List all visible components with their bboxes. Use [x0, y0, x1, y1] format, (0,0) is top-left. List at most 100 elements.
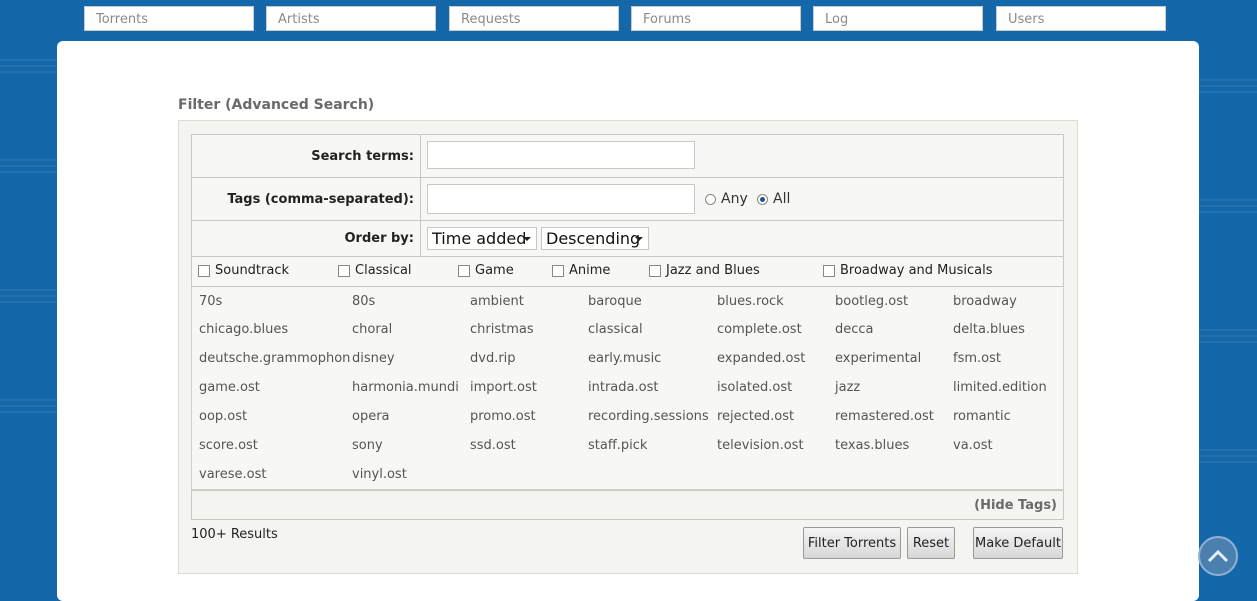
tag-mode-any-label: Any [721, 191, 748, 207]
category-broadway-and-musicals[interactable]: Broadway and Musicals [823, 263, 993, 278]
tag-mode-all[interactable]: All [757, 191, 790, 207]
hide-tags-link[interactable]: (Hide Tags) [974, 498, 1057, 513]
checkbox-icon[interactable] [823, 264, 835, 277]
search-terms-input[interactable] [427, 141, 695, 169]
caret-down-icon [523, 237, 531, 241]
radio-all-icon[interactable] [757, 193, 768, 205]
hide-tags-row: (Hide Tags) [191, 490, 1064, 520]
tag-link[interactable]: rejected.ost [717, 409, 794, 424]
reset-button[interactable]: Reset [907, 527, 955, 559]
caret-down-icon [635, 237, 643, 241]
tag-link[interactable]: isolated.ost [717, 380, 792, 395]
tag-row: game.ost harmonia.mundi import.ost intrada.… [191, 373, 1064, 403]
tag-row: oop.ost opera promo.ost recording.sessions r… [191, 402, 1064, 432]
tag-link[interactable]: limited.edition [953, 380, 1047, 395]
tag-link[interactable]: harmonia.mundi [352, 380, 459, 395]
tag-link[interactable]: complete.ost [717, 322, 802, 337]
tag-link[interactable]: jazz [835, 380, 860, 395]
tag-link[interactable]: fsm.ost [953, 351, 1001, 366]
tag-link[interactable]: delta.blues [953, 322, 1025, 337]
make-default-button[interactable]: Make Default [973, 527, 1063, 559]
tag-link[interactable]: deutsche.grammophon [199, 351, 350, 366]
tag-link[interactable]: christmas [470, 322, 534, 337]
tag-link[interactable]: chicago.blues [199, 322, 288, 337]
tag-link[interactable]: 80s [352, 294, 375, 309]
tag-link[interactable]: bootleg.ost [835, 294, 908, 309]
order-direction-value: Descending [546, 229, 641, 248]
search-terms-label: Search terms: [192, 135, 421, 177]
category-label: Game [475, 263, 514, 278]
chevron-up-icon [1207, 549, 1229, 563]
category-classical[interactable]: Classical [338, 263, 412, 278]
tag-row: deutsche.grammophon disney dvd.rip early.mu… [191, 344, 1064, 374]
tag-link[interactable]: staff.pick [588, 438, 647, 453]
tag-mode-any[interactable]: Any [705, 191, 748, 207]
tag-link[interactable]: choral [352, 322, 392, 337]
tag-link[interactable]: varese.ost [199, 467, 266, 482]
tag-row: chicago.blues choral christmas classical com… [191, 315, 1064, 345]
tag-link[interactable]: vinyl.ost [352, 467, 407, 482]
category-game[interactable]: Game [458, 263, 514, 278]
nav-log[interactable]: Log [813, 6, 983, 31]
tag-row: 70s 80s ambient baroque blues.rock bootleg.os… [191, 286, 1064, 316]
tag-link[interactable]: game.ost [199, 380, 260, 395]
tag-link[interactable]: score.ost [199, 438, 258, 453]
filter-heading: Filter (Advanced Search) [178, 97, 375, 113]
tags-input[interactable] [427, 184, 695, 214]
tag-row: varese.ost vinyl.ost [191, 460, 1064, 490]
category-label: Anime [569, 263, 611, 278]
tag-link[interactable]: texas.blues [835, 438, 909, 453]
tag-link[interactable]: broadway [953, 294, 1017, 309]
tag-link[interactable]: blues.rock [717, 294, 784, 309]
tag-link[interactable]: disney [352, 351, 395, 366]
order-by-select[interactable]: Time added [427, 227, 537, 250]
tag-link[interactable]: recording.sessions [588, 409, 709, 424]
tag-link[interactable]: classical [588, 322, 643, 337]
nav-artists[interactable]: Artists [266, 6, 436, 31]
tag-link[interactable]: ambient [470, 294, 524, 309]
checkbox-icon[interactable] [552, 264, 564, 277]
category-label: Soundtrack [215, 263, 290, 278]
tag-link[interactable]: dvd.rip [470, 351, 516, 366]
tag-link[interactable]: romantic [953, 409, 1011, 424]
results-count: 100+ Results [191, 527, 278, 542]
order-direction-select[interactable]: Descending [541, 227, 649, 250]
top-navigation: Torrents Artists Requests Forums Log Use… [0, 6, 1257, 33]
radio-any-icon[interactable] [705, 193, 716, 205]
checkbox-icon[interactable] [649, 264, 661, 277]
category-anime[interactable]: Anime [552, 263, 610, 278]
tag-link[interactable]: decca [835, 322, 874, 337]
tag-link[interactable]: import.ost [470, 380, 537, 395]
tag-link[interactable]: television.ost [717, 438, 804, 453]
nav-forums[interactable]: Forums [631, 6, 801, 31]
checkbox-icon[interactable] [458, 264, 470, 277]
tag-link[interactable]: expanded.ost [717, 351, 805, 366]
tag-link[interactable]: baroque [588, 294, 642, 309]
category-label: Jazz and Blues [666, 263, 760, 278]
filter-torrents-button[interactable]: Filter Torrents [803, 527, 901, 559]
tag-link[interactable]: 70s [199, 294, 222, 309]
tag-link[interactable]: opera [352, 409, 390, 424]
nav-torrents[interactable]: Torrents [84, 6, 254, 31]
tag-link[interactable]: experimental [835, 351, 921, 366]
scroll-top-button[interactable] [1198, 536, 1238, 576]
tag-link[interactable]: ssd.ost [470, 438, 516, 453]
tag-mode-all-label: All [773, 191, 791, 207]
tag-link[interactable]: sony [352, 438, 383, 453]
category-soundtrack[interactable]: Soundtrack [198, 263, 289, 278]
checkbox-icon[interactable] [338, 264, 350, 277]
tag-link[interactable]: va.ost [953, 438, 993, 453]
tag-link[interactable]: promo.ost [470, 409, 536, 424]
checkbox-icon[interactable] [198, 264, 210, 277]
tag-row: score.ost sony ssd.ost staff.pick television… [191, 431, 1064, 461]
tag-link[interactable]: remastered.ost [835, 409, 934, 424]
category-jazz-and-blues[interactable]: Jazz and Blues [649, 263, 760, 278]
tag-link[interactable]: oop.ost [199, 409, 247, 424]
tag-link[interactable]: early.music [588, 351, 661, 366]
category-label: Classical [355, 263, 412, 278]
tag-link[interactable]: intrada.ost [588, 380, 658, 395]
nav-requests[interactable]: Requests [449, 6, 619, 31]
nav-users[interactable]: Users [996, 6, 1166, 31]
order-label: Order by: [192, 221, 421, 256]
order-by-value: Time added [432, 229, 527, 248]
